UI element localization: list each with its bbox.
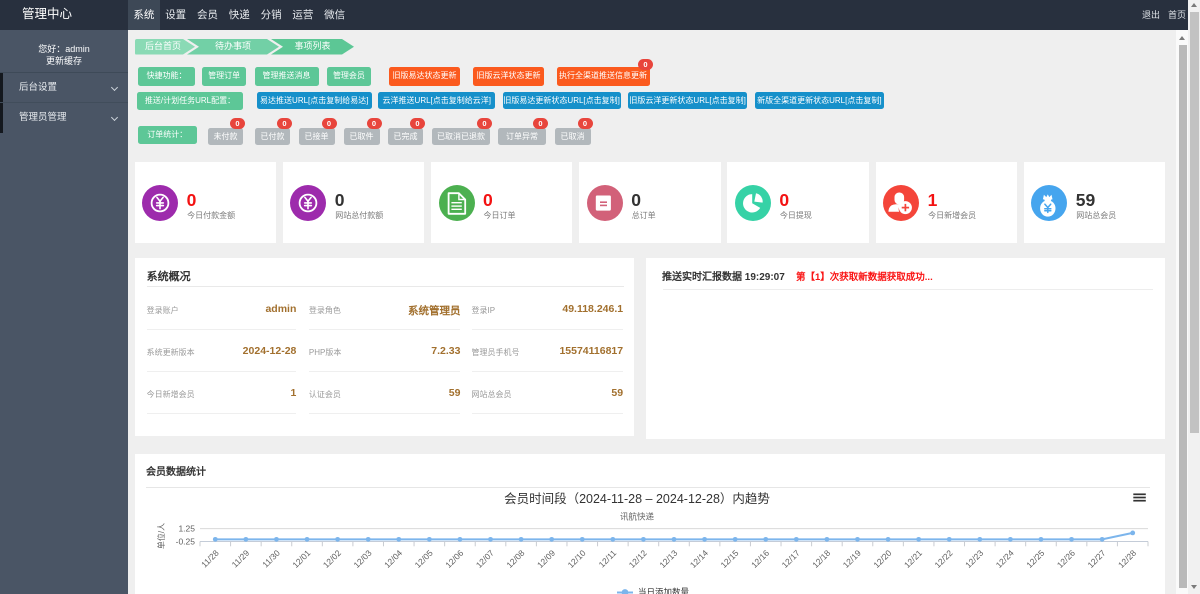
svg-text:12/05: 12/05: [413, 548, 435, 570]
svg-text:讯航快递: 讯航快递: [620, 512, 655, 522]
svg-text:12/20: 12/20: [871, 548, 893, 570]
svg-text:12/02: 12/02: [321, 548, 343, 570]
svg-text:单位/人: 单位/人: [156, 523, 166, 549]
svg-text:11/29: 11/29: [230, 548, 252, 570]
svg-text:12/09: 12/09: [535, 548, 557, 570]
svg-text:12/15: 12/15: [718, 548, 740, 570]
svg-text:12/23: 12/23: [963, 548, 985, 570]
svg-text:12/10: 12/10: [566, 548, 588, 570]
svg-text:12/21: 12/21: [902, 548, 924, 570]
svg-text:12/11: 12/11: [597, 548, 619, 570]
svg-text:12/08: 12/08: [504, 548, 526, 570]
svg-text:会员时间段（2024-11-28 – 2024-12-28）: 会员时间段（2024-11-28 – 2024-12-28）内趋势: [504, 491, 770, 506]
svg-text:12/22: 12/22: [933, 548, 955, 570]
svg-text:12/07: 12/07: [474, 548, 496, 570]
svg-text:当日添加数量: 当日添加数量: [638, 587, 690, 594]
svg-text:12/24: 12/24: [994, 548, 1016, 570]
svg-text:12/12: 12/12: [627, 548, 649, 570]
svg-text:12/28: 12/28: [1116, 548, 1138, 570]
svg-text:11/28: 11/28: [199, 548, 221, 570]
svg-text:12/27: 12/27: [1085, 548, 1107, 570]
svg-text:12/16: 12/16: [749, 548, 771, 570]
svg-text:12/04: 12/04: [382, 548, 404, 570]
svg-text:12/14: 12/14: [688, 548, 710, 570]
svg-text:1.25: 1.25: [178, 524, 195, 534]
svg-text:12/13: 12/13: [657, 548, 679, 570]
svg-text:12/01: 12/01: [290, 548, 312, 570]
svg-text:12/17: 12/17: [780, 548, 802, 570]
svg-text:12/19: 12/19: [841, 548, 863, 570]
svg-text:12/18: 12/18: [810, 548, 832, 570]
svg-text:12/06: 12/06: [443, 548, 465, 570]
svg-text:12/03: 12/03: [351, 548, 373, 570]
svg-text:12/25: 12/25: [1024, 548, 1046, 570]
svg-text:11/30: 11/30: [260, 548, 282, 570]
svg-text:12/26: 12/26: [1055, 548, 1077, 570]
svg-text:-0.25: -0.25: [176, 537, 196, 547]
